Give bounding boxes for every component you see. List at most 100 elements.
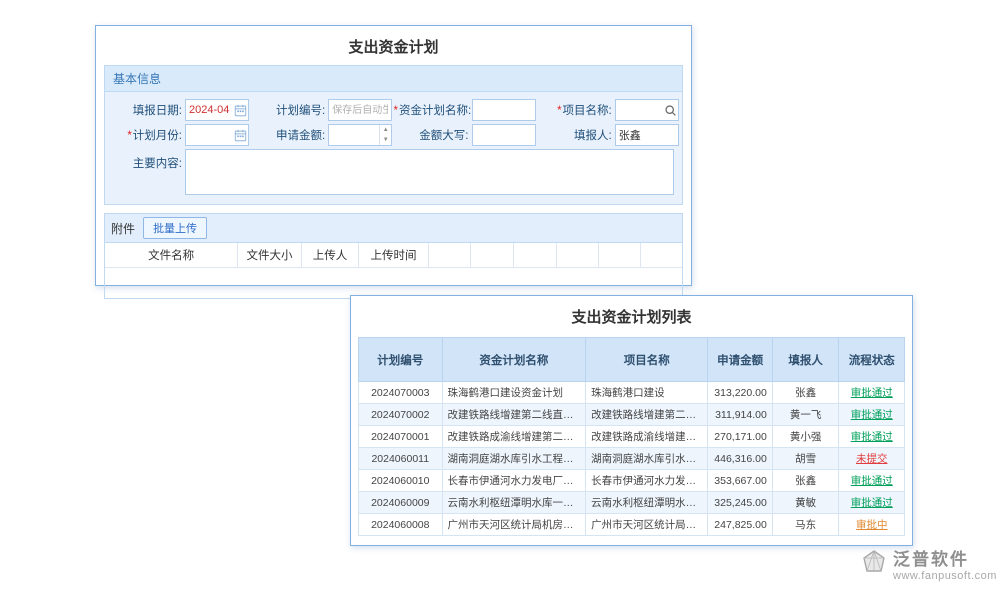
plan-no-cell[interactable]: 2024060010: [359, 470, 443, 492]
status-cell[interactable]: 未提交: [839, 448, 905, 470]
report-date-input[interactable]: [186, 100, 233, 120]
amount-cell: 311,914.00: [708, 404, 772, 426]
plan-month-input-wrap: [185, 124, 249, 146]
apply-amount-input-wrap: ▲ ▼: [328, 124, 392, 146]
reporter-cell[interactable]: 张鑫: [772, 470, 839, 492]
col-header-reporter: 填报人: [772, 338, 839, 382]
expense-fund-plan-list-panel: 支出资金计划列表 计划编号 资金计划名称 项目名称 申请金额 填报人 流程状态 …: [350, 295, 913, 546]
apply-amount-input[interactable]: [329, 125, 379, 145]
amount-cell: 446,316.00: [708, 448, 772, 470]
report-date-label: 填报日期:: [107, 102, 185, 118]
col-header-project-name: 项目名称: [586, 338, 708, 382]
file-table-header-uploader: 上传人: [301, 243, 359, 267]
file-table-header-empty: [471, 243, 514, 267]
reporter-cell[interactable]: 张鑫: [772, 382, 839, 404]
required-mark: *: [394, 105, 398, 117]
project-name-field: *项目名称:: [537, 99, 680, 121]
reporter-cell[interactable]: 胡雪: [772, 448, 839, 470]
batch-upload-button[interactable]: 批量上传: [143, 217, 207, 239]
table-row: 2024060008 广州市天河区统计局机房改造项目... 广州市天河区统计局机…: [359, 514, 905, 536]
plan-month-field: *计划月份:: [107, 124, 250, 146]
list-header-row: 计划编号 资金计划名称 项目名称 申请金额 填报人 流程状态: [359, 338, 905, 382]
status-cell[interactable]: 审批中: [839, 514, 905, 536]
file-table-header-upload-time: 上传时间: [359, 243, 428, 267]
project-name-cell[interactable]: 广州市天河区统计局机房改造项目: [586, 514, 708, 536]
amount-caps-label: 金额大写:: [394, 127, 472, 143]
reporter-label: 填报人:: [537, 127, 615, 143]
status-cell[interactable]: 审批通过: [839, 470, 905, 492]
project-name-cell[interactable]: 珠海鹤港口建设: [586, 382, 708, 404]
plan-month-label: *计划月份:: [107, 127, 185, 143]
project-name-cell[interactable]: 湖南洞庭湖水库引水工程施工标: [586, 448, 708, 470]
reporter-cell[interactable]: 黄小强: [772, 426, 839, 448]
amount-cell: 270,171.00: [708, 426, 772, 448]
fund-plan-name-cell[interactable]: 湖南洞庭湖水库引水工程施工标...: [442, 448, 586, 470]
reporter-field: 填报人:: [537, 124, 680, 146]
status-cell[interactable]: 审批通过: [839, 426, 905, 448]
project-name-cell[interactable]: 改建铁路成渝线增建第二直通线（...: [586, 426, 708, 448]
fund-plan-name-cell[interactable]: 珠海鹤港口建设资金计划: [442, 382, 586, 404]
plan-no-cell[interactable]: 2024070002: [359, 404, 443, 426]
file-table: 文件名称 文件大小 上传人 上传时间: [105, 243, 682, 268]
project-name-label: *项目名称:: [537, 102, 615, 118]
reporter-input[interactable]: [616, 125, 678, 145]
project-name-input[interactable]: [616, 100, 663, 120]
attachment-label: 附件: [111, 220, 135, 237]
attachment-section: 附件 批量上传 文件名称 文件大小 上传人 上传时间: [104, 213, 683, 299]
file-table-header-empty: [599, 243, 641, 267]
plan-no-label: 计划编号:: [250, 102, 328, 118]
status-cell[interactable]: 审批通过: [839, 382, 905, 404]
fund-plan-name-cell[interactable]: 改建铁路成渝线增建第二直通线（...: [442, 426, 586, 448]
fund-plan-name-cell[interactable]: 长春市伊通河水力发电厂改建工程...: [442, 470, 586, 492]
col-header-status: 流程状态: [839, 338, 905, 382]
project-name-cell[interactable]: 改建铁路线增建第二线直通线（成...: [586, 404, 708, 426]
report-date-input-wrap: [185, 99, 249, 121]
form-row-3: 主要内容:: [107, 149, 680, 195]
reporter-cell[interactable]: 黄敏: [772, 492, 839, 514]
status-cell[interactable]: 审批通过: [839, 492, 905, 514]
amount-stepper: ▲ ▼: [379, 125, 391, 145]
stepper-up-icon[interactable]: ▲: [380, 125, 391, 135]
required-mark: *: [127, 130, 131, 142]
basic-info-section: 基本信息 填报日期: 计划编号:: [104, 65, 683, 299]
fund-plan-name-label: *资金计划名称:: [394, 102, 472, 118]
plan-no-cell[interactable]: 2024060011: [359, 448, 443, 470]
plan-no-cell[interactable]: 2024070001: [359, 426, 443, 448]
plan-month-input[interactable]: [186, 125, 233, 145]
fanpu-watermark: 泛普软件 www.fanpusoft.com: [862, 550, 997, 582]
plan-no-cell[interactable]: 2024070003: [359, 382, 443, 404]
watermark-url: www.fanpusoft.com: [893, 570, 997, 582]
form-row-1: 填报日期: 计划编号: *资金计划名称:: [107, 99, 680, 121]
basic-info-body: 填报日期: 计划编号: *资金计划名称:: [104, 92, 683, 205]
search-icon[interactable]: [663, 104, 678, 117]
col-header-plan-no: 计划编号: [359, 338, 443, 382]
fund-plan-name-cell[interactable]: 广州市天河区统计局机房改造项目...: [442, 514, 586, 536]
col-header-amount: 申请金额: [708, 338, 772, 382]
list-title: 支出资金计划列表: [351, 296, 912, 335]
reporter-cell[interactable]: 黄一飞: [772, 404, 839, 426]
calendar-icon[interactable]: [233, 129, 248, 142]
plan-no-cell[interactable]: 2024060008: [359, 514, 443, 536]
plan-no-input[interactable]: [329, 100, 391, 120]
main-content-label: 主要内容:: [107, 155, 185, 171]
file-table-header-empty: [428, 243, 471, 267]
fund-plan-name-cell[interactable]: 云南水利枢纽潭明水库一期工程施...: [442, 492, 586, 514]
table-row: 2024070002 改建铁路线增建第二线直通线（成... 改建铁路线增建第二线…: [359, 404, 905, 426]
project-name-cell[interactable]: 长春市伊通河水力发电厂改建工程: [586, 470, 708, 492]
amount-caps-input[interactable]: [473, 125, 535, 145]
fund-plan-name-cell[interactable]: 改建铁路线增建第二线直通线（成...: [442, 404, 586, 426]
fanpu-logo-icon: [862, 550, 886, 581]
plan-no-field: 计划编号:: [250, 99, 393, 121]
stepper-down-icon[interactable]: ▼: [380, 135, 391, 145]
main-content-textarea[interactable]: [185, 149, 674, 195]
reporter-cell[interactable]: 马东: [772, 514, 839, 536]
status-cell[interactable]: 审批通过: [839, 404, 905, 426]
apply-amount-label: 申请金额:: [250, 127, 328, 143]
calendar-icon[interactable]: [233, 104, 248, 117]
plan-no-cell[interactable]: 2024060009: [359, 492, 443, 514]
fund-plan-name-input[interactable]: [473, 100, 535, 120]
apply-amount-field: 申请金额: ▲ ▼: [250, 124, 393, 146]
table-row: 2024060009 云南水利枢纽潭明水库一期工程施... 云南水利枢纽潭明水库…: [359, 492, 905, 514]
file-table-header-file-size: 文件大小: [238, 243, 301, 267]
project-name-cell[interactable]: 云南水利枢纽潭明水库一期工程施...: [586, 492, 708, 514]
